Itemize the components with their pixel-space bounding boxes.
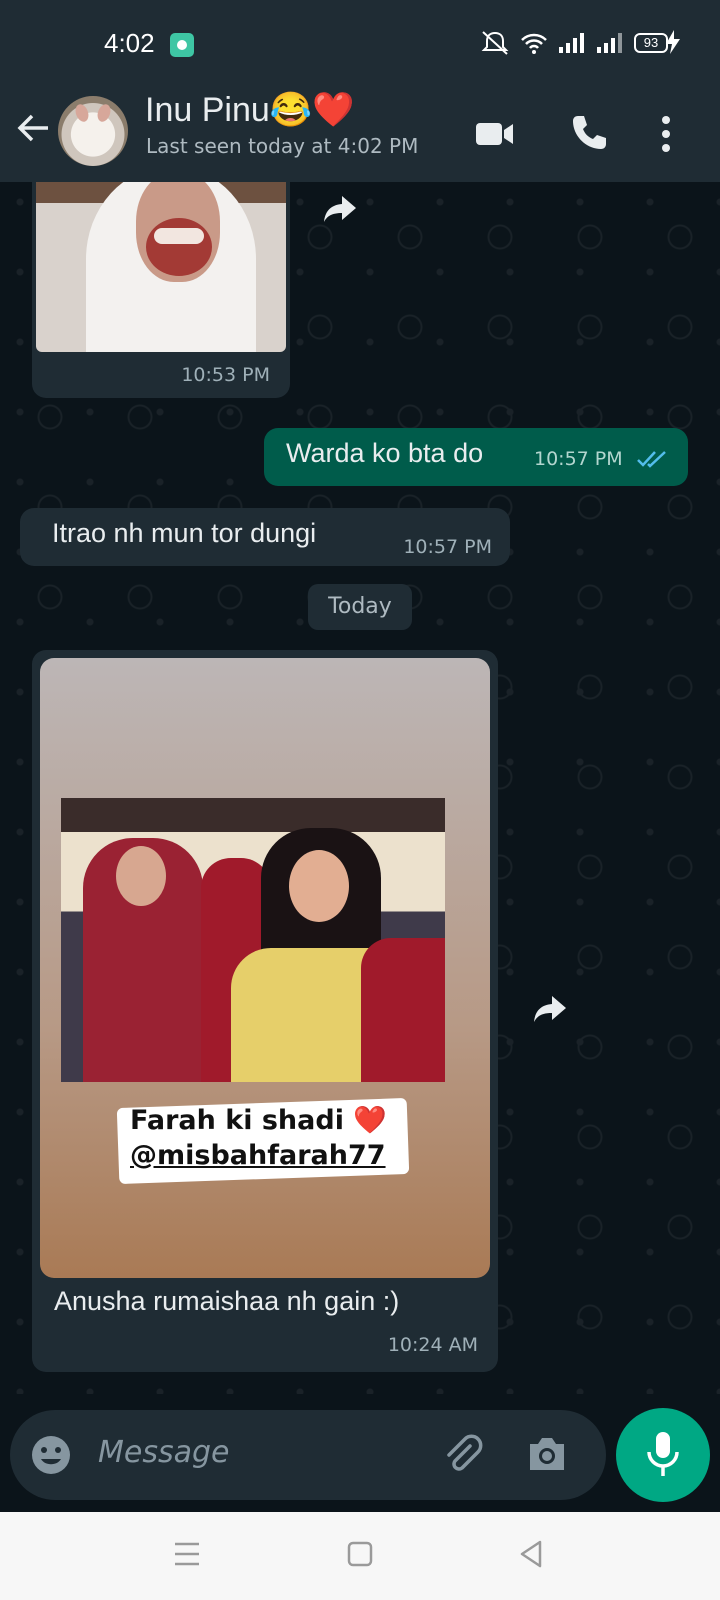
- back-arrow-icon[interactable]: [16, 110, 52, 146]
- status-time: 4:02: [104, 28, 155, 58]
- message-composer: Message: [10, 1410, 606, 1500]
- message-image[interactable]: Farah ki shadi ❤️ @misbahfarah77: [40, 658, 490, 1278]
- message-time: 10:53 PM: [181, 364, 270, 386]
- signal-icon: [559, 33, 584, 53]
- message-time: 10:24 AM: [387, 1334, 478, 1356]
- battery-icon: 93: [634, 33, 668, 53]
- image-text-line2: @misbahfarah77: [130, 1140, 386, 1171]
- message-text: Itrao nh mun tor dungi: [52, 518, 317, 548]
- incoming-image-message[interactable]: 10:53 PM: [32, 182, 290, 398]
- avatar[interactable]: [58, 96, 128, 166]
- forward-icon[interactable]: [322, 194, 358, 224]
- read-receipt-icon: [637, 451, 666, 468]
- mute-icon: [481, 31, 509, 55]
- status-icons: 93: [480, 30, 668, 56]
- photo: [61, 798, 445, 1082]
- message-text: Warda ko bta do: [286, 438, 484, 468]
- home-nav-icon[interactable]: [347, 1540, 373, 1568]
- attach-icon[interactable]: [440, 1432, 484, 1476]
- message-time: 10:57 PM: [403, 536, 492, 558]
- voice-call-icon[interactable]: [568, 112, 610, 154]
- emoji-icon[interactable]: [30, 1434, 72, 1476]
- more-options-icon[interactable]: [658, 112, 674, 156]
- incoming-image-caption-message[interactable]: Farah ki shadi ❤️ @misbahfarah77 Anusha …: [32, 650, 498, 1372]
- camera-icon[interactable]: [526, 1434, 568, 1474]
- voice-record-button[interactable]: [616, 1408, 710, 1502]
- chat-area[interactable]: 10:53 PM Warda ko bta do 10:57 PM Itrao …: [0, 182, 720, 1394]
- image-text-line1: Farah ki shadi ❤️: [130, 1105, 387, 1136]
- message-input[interactable]: Message: [98, 1435, 229, 1470]
- message-image[interactable]: [36, 182, 286, 352]
- wifi-icon: [521, 33, 547, 54]
- status-bar: 4:02 93: [0, 0, 720, 90]
- signal-icon-2: [597, 33, 622, 53]
- system-nav-bar: [0, 1512, 720, 1600]
- charging-icon: [666, 30, 680, 54]
- message-caption: Anusha rumaishaa nh gain :): [54, 1286, 400, 1316]
- message-time: 10:57 PM: [534, 448, 623, 470]
- outgoing-text-message[interactable]: Warda ko bta do 10:57 PM: [264, 428, 688, 486]
- menu-nav-icon[interactable]: [174, 1540, 200, 1568]
- chat-header: Inu Pinu😂❤️ Last seen today at 4:02 PM: [0, 90, 720, 182]
- last-seen-status: Last seen today at 4:02 PM: [146, 134, 419, 158]
- back-nav-icon[interactable]: [518, 1540, 544, 1568]
- contact-name[interactable]: Inu Pinu😂❤️: [145, 90, 354, 130]
- microphone-icon: [647, 1432, 679, 1476]
- incoming-text-message[interactable]: Itrao nh mun tor dungi 10:57 PM: [20, 508, 510, 566]
- video-call-icon[interactable]: [472, 112, 516, 156]
- forward-icon[interactable]: [532, 994, 568, 1024]
- app-notification-icon: [170, 33, 194, 57]
- date-chip: Today: [308, 584, 412, 630]
